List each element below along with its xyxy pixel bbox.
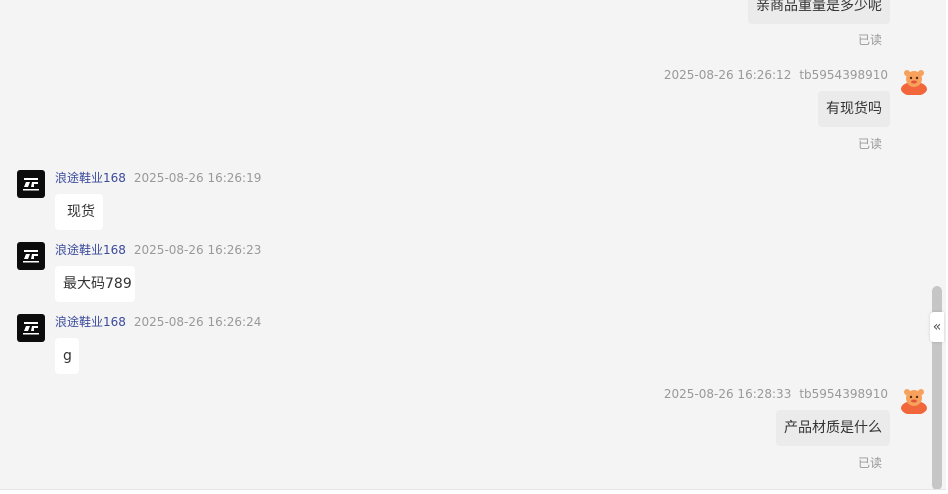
message-text: 亲商品重量是多少呢 xyxy=(756,0,882,14)
chat-message-list[interactable]: 亲商品重量是多少呢 已读 2025-08-26 16:26:12 tb595439… xyxy=(0,0,946,490)
cartoon-avatar-icon xyxy=(901,70,927,96)
message-text: 现货 xyxy=(67,204,95,220)
message-text: g xyxy=(63,348,72,364)
message-meta: 2025-08-26 16:26:12 tb5954398910 xyxy=(664,68,888,82)
cartoon-avatar-icon xyxy=(901,389,927,415)
buyer-avatar[interactable] xyxy=(900,67,928,96)
message-meta: 浪途鞋业168 2025-08-26 16:26:24 xyxy=(55,315,261,329)
message-text: 产品材质是什么 xyxy=(784,420,882,436)
message-meta: 浪途鞋业168 2025-08-26 16:26:19 xyxy=(55,171,261,185)
shop-avatar[interactable] xyxy=(17,242,45,270)
shop-avatar[interactable] xyxy=(17,170,45,198)
message-timestamp: 2025-08-26 16:28:33 xyxy=(663,387,792,401)
sender-name[interactable]: 浪途鞋业168 xyxy=(55,171,126,185)
shop-logo-icon xyxy=(23,178,39,191)
sender-name[interactable]: 浪途鞋业168 xyxy=(55,243,126,257)
message-user-id: tb5954398910 xyxy=(799,387,888,401)
read-receipt: 已读 xyxy=(858,33,883,47)
message-text: 最大码789 xyxy=(63,276,132,292)
message-bubble-outgoing: 有现货吗 xyxy=(818,91,890,127)
double-chevron-left-icon: « xyxy=(932,319,942,335)
sender-name[interactable]: 浪途鞋业168 xyxy=(55,315,126,329)
buyer-avatar[interactable] xyxy=(900,386,928,415)
message-timestamp: 2025-08-26 16:26:23 xyxy=(133,243,262,257)
message-meta: 2025-08-26 16:28:33 tb5954398910 xyxy=(664,387,888,401)
shop-logo-icon xyxy=(23,250,39,263)
read-receipt: 已读 xyxy=(858,456,883,470)
message-text: 有现货吗 xyxy=(826,101,882,117)
shop-logo-icon xyxy=(23,322,39,335)
shop-avatar[interactable] xyxy=(17,314,45,342)
read-receipt: 已读 xyxy=(858,137,883,151)
message-bubble-incoming: g xyxy=(55,338,79,374)
message-user-id: tb5954398910 xyxy=(799,68,888,82)
message-bubble-incoming: 最大码789 xyxy=(55,266,135,302)
collapse-panel-button[interactable]: « xyxy=(930,312,944,342)
message-bubble-outgoing: 亲商品重量是多少呢 xyxy=(748,0,890,24)
message-bubble-outgoing: 产品材质是什么 xyxy=(776,410,890,446)
message-meta: 浪途鞋业168 2025-08-26 16:26:23 xyxy=(55,243,261,257)
message-timestamp: 2025-08-26 16:26:24 xyxy=(133,315,262,329)
message-timestamp: 2025-08-26 16:26:19 xyxy=(133,171,262,185)
message-bubble-incoming: 现货 xyxy=(55,194,103,230)
message-timestamp: 2025-08-26 16:26:12 xyxy=(663,68,792,82)
